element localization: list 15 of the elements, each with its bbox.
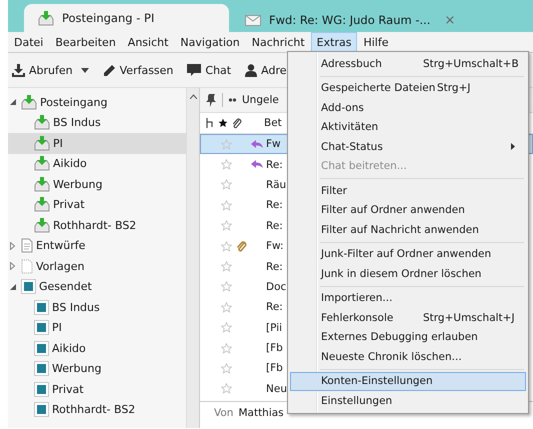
message-subject: Re: bbox=[266, 158, 283, 171]
message-subject: Fw: bbox=[266, 240, 284, 252]
sender-name: Matthias bbox=[238, 407, 284, 420]
message-subject: [Fb bbox=[266, 342, 283, 354]
message-subject: Re: bbox=[266, 220, 283, 232]
message-subject: [Pii bbox=[266, 322, 282, 334]
from-label: Von bbox=[214, 407, 234, 420]
message-subject: Fw bbox=[266, 138, 281, 150]
message-subject: Neu bbox=[266, 382, 287, 395]
message-subject: Re: bbox=[266, 260, 283, 273]
message-subject: Re: bbox=[266, 199, 283, 212]
message-subject: Doc bbox=[266, 280, 286, 293]
message-subject: Re: bbox=[266, 301, 283, 314]
message-subject: Räu bbox=[266, 178, 286, 191]
message-subject: [Fb bbox=[266, 362, 283, 374]
